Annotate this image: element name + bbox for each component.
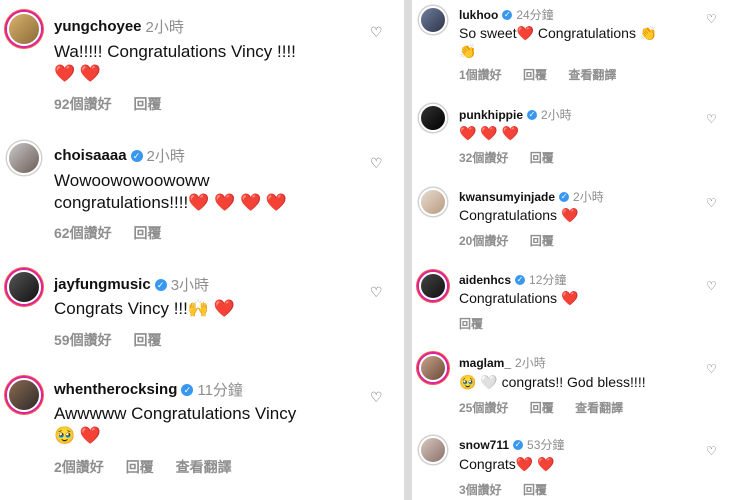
username[interactable]: whentherocksing	[54, 381, 177, 398]
reply-button[interactable]: 回覆	[530, 234, 554, 248]
translate-link[interactable]: 查看翻譯	[575, 401, 623, 415]
heart-outline-icon[interactable]: ♡	[706, 279, 717, 293]
username[interactable]: jayfungmusic	[54, 276, 151, 293]
timestamp: 2小時	[573, 190, 604, 204]
comment-text: Wa!!!!! Congratulations Vincy !!!! ❤️ ❤️	[54, 42, 296, 83]
username[interactable]: lukhoo	[459, 8, 498, 22]
username[interactable]: choisaaaa	[54, 147, 127, 164]
verified-badge-icon: ✓	[513, 439, 524, 450]
username[interactable]: punkhippie	[459, 108, 523, 122]
reply-button[interactable]: 回覆	[459, 317, 483, 331]
comment-text: Awwwww Congratulations Vincy 🥹 ❤️	[54, 404, 297, 445]
right-comments-panel: lukhoo ✓ 24分鐘 So sweet❤️ Congratulations…	[412, 0, 736, 500]
username[interactable]: snow711	[459, 438, 509, 452]
reply-button[interactable]: 回覆	[133, 96, 161, 112]
comment-meta: 32個讚好 回覆	[459, 149, 572, 166]
avatar[interactable]	[419, 272, 447, 300]
avatar[interactable]	[419, 188, 447, 216]
verified-badge-icon: ✓	[130, 149, 143, 162]
avatar[interactable]	[419, 436, 447, 464]
reply-button[interactable]: 回覆	[523, 68, 547, 82]
avatar[interactable]	[419, 354, 447, 382]
comment-meta: 59個讚好 回覆	[54, 330, 179, 350]
username[interactable]: maglam_	[459, 356, 511, 370]
avatar[interactable]	[419, 104, 447, 132]
like-count[interactable]: 3個讚好	[459, 483, 502, 497]
timestamp: 12分鐘	[529, 273, 567, 287]
like-count[interactable]: 92個讚好	[54, 96, 112, 112]
comment-meta: 1個讚好 回覆 查看翻譯	[459, 66, 634, 83]
heart-outline-icon[interactable]: ♡	[370, 24, 383, 41]
comment-text: Congrats Vincy !!!🙌 ❤️	[54, 299, 235, 318]
comment-meta: 回覆	[459, 315, 501, 332]
left-comments-panel: yungchoyee 2小時 Wa!!!!! Congratulations V…	[0, 0, 404, 500]
heart-outline-icon[interactable]: ♡	[706, 362, 717, 376]
reply-button[interactable]: 回覆	[133, 332, 161, 348]
comment-meta: 20個讚好 回覆	[459, 232, 572, 249]
avatar[interactable]	[7, 270, 41, 304]
username[interactable]: aidenhcs	[459, 273, 511, 287]
timestamp: 53分鐘	[527, 438, 565, 452]
comment-text: So sweet❤️ Congratulations 👏 👏	[459, 25, 658, 59]
comment-meta: 3個讚好 回覆	[459, 481, 565, 498]
like-count[interactable]: 25個讚好	[459, 401, 508, 415]
username[interactable]: yungchoyee	[54, 18, 142, 35]
like-count[interactable]: 2個讚好	[54, 459, 104, 475]
timestamp: 24分鐘	[516, 8, 554, 22]
reply-button[interactable]: 回覆	[530, 151, 554, 165]
heart-outline-icon[interactable]: ♡	[706, 112, 717, 126]
reply-button[interactable]: 回覆	[133, 225, 161, 241]
heart-outline-icon[interactable]: ♡	[370, 284, 383, 301]
heart-outline-icon[interactable]: ♡	[706, 444, 717, 458]
timestamp: 2小時	[515, 356, 546, 370]
verified-badge-icon: ✓	[502, 9, 513, 20]
reply-button[interactable]: 回覆	[126, 459, 154, 475]
comment-text: Congratulations ❤️	[459, 207, 579, 223]
heart-outline-icon[interactable]: ♡	[706, 12, 717, 26]
like-count[interactable]: 59個讚好	[54, 332, 112, 348]
verified-badge-icon: ✓	[515, 274, 526, 285]
comment-text: 🥹 🤍 congrats!! God bless!!!!	[459, 374, 646, 390]
translate-link[interactable]: 查看翻譯	[568, 68, 616, 82]
timestamp: 2小時	[146, 148, 185, 165]
comment-meta: 2個讚好 回覆 查看翻譯	[54, 457, 250, 477]
comment-text: Wowoowowoowoww congratulations!!!!❤️ ❤️ ❤…	[54, 171, 288, 212]
comment-text: Congratulations ❤️	[459, 290, 579, 306]
reply-button[interactable]: 回覆	[523, 483, 547, 497]
timestamp: 3小時	[170, 277, 210, 294]
avatar[interactable]	[419, 6, 447, 34]
translate-link[interactable]: 查看翻譯	[176, 459, 232, 475]
avatar[interactable]	[7, 378, 41, 412]
heart-outline-icon[interactable]: ♡	[370, 155, 383, 172]
avatar[interactable]	[7, 12, 41, 46]
comment-text: ❤️ ❤️ ❤️	[459, 125, 520, 141]
like-count[interactable]: 62個讚好	[54, 225, 112, 241]
verified-badge-icon: ✓	[154, 278, 167, 291]
heart-outline-icon[interactable]: ♡	[706, 196, 717, 210]
timestamp: 11分鐘	[197, 382, 243, 399]
verified-badge-icon: ✓	[527, 109, 537, 120]
username[interactable]: kwansumyinjade	[459, 190, 555, 204]
reply-button[interactable]: 回覆	[530, 401, 554, 415]
timestamp: 2小時	[541, 108, 572, 122]
timestamp: 2小時	[145, 19, 184, 36]
avatar[interactable]	[7, 141, 41, 175]
like-count[interactable]: 1個讚好	[459, 68, 502, 82]
comment-meta: 62個讚好 回覆	[54, 223, 179, 243]
comment-meta: 92個讚好 回覆	[54, 94, 179, 114]
heart-outline-icon[interactable]: ♡	[370, 389, 383, 406]
like-count[interactable]: 20個讚好	[459, 234, 508, 248]
comment-text: Congrats❤️ ❤️	[459, 456, 555, 472]
verified-badge-icon: ✓	[559, 191, 570, 202]
verified-badge-icon: ✓	[181, 383, 194, 396]
like-count[interactable]: 32個讚好	[459, 151, 508, 165]
comment-meta: 25個讚好 回覆 查看翻譯	[459, 399, 641, 416]
